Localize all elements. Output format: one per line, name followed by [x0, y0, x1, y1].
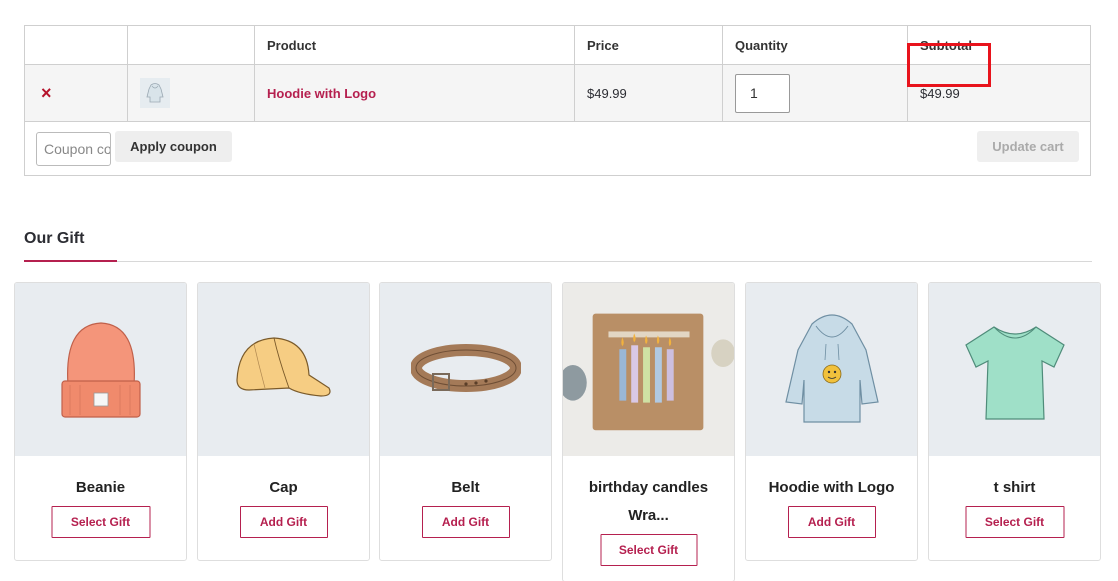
gift-image[interactable]: [15, 283, 186, 456]
gift-card-tshirt: t shirt Select Gift: [928, 282, 1101, 561]
gift-image[interactable]: [563, 283, 734, 456]
gift-image[interactable]: [929, 283, 1100, 456]
product-name-link[interactable]: Hoodie with Logo: [267, 86, 376, 101]
coupon-input[interactable]: Coupon code: [36, 132, 111, 166]
belt-icon: [410, 343, 521, 392]
apply-coupon-button[interactable]: Apply coupon: [115, 131, 232, 162]
thumbnail-cell: [128, 65, 255, 121]
gift-name: Cap: [269, 479, 298, 496]
gift-title-divider: [24, 261, 1092, 262]
gift-card-belt: Belt Add Gift: [379, 282, 552, 561]
quantity-cell: 1: [723, 65, 908, 121]
gift-image[interactable]: [746, 283, 917, 456]
product-thumbnail[interactable]: [140, 78, 170, 108]
gift-name: birthday candles Wra...: [588, 479, 709, 524]
gift-image[interactable]: [380, 283, 551, 456]
price-cell: $49.99: [575, 65, 723, 121]
update-cart-button[interactable]: Update cart: [977, 131, 1079, 162]
select-gift-button[interactable]: Select Gift: [600, 534, 697, 566]
add-gift-button[interactable]: Add Gift: [421, 506, 510, 538]
gift-name: Belt: [451, 479, 480, 496]
gift-card-beanie: Beanie Select Gift: [14, 282, 187, 561]
gift-section-title: Our Gift: [24, 230, 85, 247]
add-gift-button[interactable]: Add Gift: [239, 506, 328, 538]
quantity-input[interactable]: 1: [735, 73, 790, 113]
remove-item-icon[interactable]: ×: [41, 84, 52, 102]
quantity-column-header: Quantity: [723, 26, 908, 64]
cap-icon: [235, 336, 331, 397]
gift-title-underline: [24, 260, 117, 262]
gift-image[interactable]: [198, 283, 369, 456]
price-column-header: Price: [575, 26, 723, 64]
hoodie-thumbnail-icon: [146, 83, 164, 103]
select-gift-button[interactable]: Select Gift: [51, 506, 150, 538]
remove-column-header: [25, 26, 128, 64]
thumbnail-column-header: [128, 26, 255, 64]
tshirt-icon: [964, 325, 1065, 420]
product-column-header: Product: [255, 26, 575, 64]
gift-card-hoodie: Hoodie with Logo Add Gift: [745, 282, 918, 561]
product-name-cell: Hoodie with Logo: [255, 65, 575, 121]
gift-card-cap: Cap Add Gift: [197, 282, 370, 561]
gift-card-birthday-candles: birthday candles Wra... Select Gift: [562, 282, 735, 581]
gift-name: Hoodie with Logo: [768, 479, 895, 496]
hoodie-icon: [784, 313, 879, 423]
remove-cell: ×: [25, 65, 128, 121]
subtotal-highlight-box: [907, 43, 991, 87]
gift-name: Beanie: [75, 479, 126, 496]
cart-actions: Coupon code Apply coupon Update cart: [25, 122, 1090, 176]
beanie-icon: [60, 321, 141, 418]
gift-box-candles-icon: [563, 313, 734, 431]
gift-name: t shirt: [993, 479, 1036, 496]
add-gift-button[interactable]: Add Gift: [787, 506, 876, 538]
select-gift-button[interactable]: Select Gift: [965, 506, 1064, 538]
